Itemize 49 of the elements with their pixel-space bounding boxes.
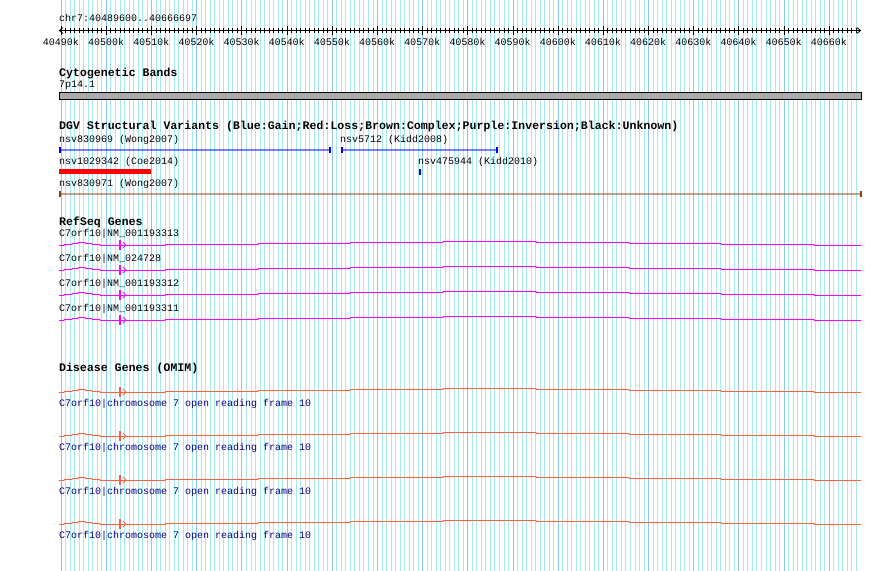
gene-label: C7orf10|NM_024728 xyxy=(59,254,162,265)
tick-label: 40540k xyxy=(268,38,305,48)
tick-label: 40590k xyxy=(494,38,531,48)
region-title: chr7:40489600..40666697 xyxy=(59,14,198,26)
band-bar[interactable] xyxy=(59,92,862,100)
gene-model-drawing[interactable] xyxy=(59,290,862,300)
track-title: RefSeq Genes xyxy=(59,217,142,229)
tick-label: 40500k xyxy=(88,38,124,48)
tick-label: 40570k xyxy=(404,38,440,48)
gene-model-drawing[interactable] xyxy=(59,387,862,397)
band-label: 7p14.1 xyxy=(59,80,96,91)
variant-label: nsv830969 (Wong2007) xyxy=(59,135,180,146)
track-title: Disease Genes (OMIM) xyxy=(59,363,198,375)
variant-span[interactable] xyxy=(59,147,331,153)
variant-label: nsv5712 (Kidd2008) xyxy=(340,135,448,146)
track-title: DGV Structural Variants (Blue:Gain;Red:Loss;Brown:Complex;Purple:Inversion;Black:Unknown) xyxy=(59,121,678,133)
tick-label: 40580k xyxy=(449,38,486,48)
tick-label: 40660k xyxy=(810,38,847,48)
tick-label: 40630k xyxy=(675,38,712,48)
tick-label: 40560k xyxy=(359,38,396,48)
track-title: Cytogenetic Bands xyxy=(59,68,178,80)
tick-label: 40620k xyxy=(630,38,666,48)
gene-label: C7orf10|chromosome 7 open reading frame 10 xyxy=(59,399,312,411)
gene-model-drawing[interactable] xyxy=(59,431,862,441)
tick-label: 40520k xyxy=(178,38,214,48)
tick-label: 40530k xyxy=(224,38,260,48)
gene-model-drawing[interactable] xyxy=(59,315,862,325)
gene-label: C7orf10|NM_001193312 xyxy=(59,279,180,290)
gene-model-drawing[interactable] xyxy=(59,519,862,529)
variant-span[interactable] xyxy=(59,191,862,197)
gene-label: C7orf10|chromosome 7 open reading frame 10 xyxy=(59,531,312,543)
gene-label: C7orf10|chromosome 7 open reading frame 10 xyxy=(59,443,312,455)
tick-label: 40610k xyxy=(584,38,621,48)
tick-label: 40640k xyxy=(720,38,756,48)
tick-label: 40600k xyxy=(540,38,576,48)
tick-label: 40550k xyxy=(314,38,350,48)
gene-label: C7orf10|chromosome 7 open reading frame 10 xyxy=(59,487,312,499)
variant-label: nsv475944 (Kidd2010) xyxy=(418,157,538,168)
tick-label: 40490k xyxy=(42,38,79,48)
tick-label: 40510k xyxy=(133,38,170,48)
tick-label: 40650k xyxy=(766,38,802,48)
variant-label: nsv830971 (Wong2007) xyxy=(59,179,180,190)
gene-model-drawing[interactable] xyxy=(59,265,862,275)
gene-label: C7orf10|NM_001193313 xyxy=(59,229,180,240)
variant-label: nsv1029342 (Coe2014) xyxy=(59,157,180,168)
gene-model-drawing[interactable] xyxy=(59,240,862,250)
variant-span[interactable] xyxy=(341,147,498,153)
gene-model-drawing[interactable] xyxy=(59,475,862,485)
gene-label: C7orf10|NM_001193311 xyxy=(59,304,180,315)
